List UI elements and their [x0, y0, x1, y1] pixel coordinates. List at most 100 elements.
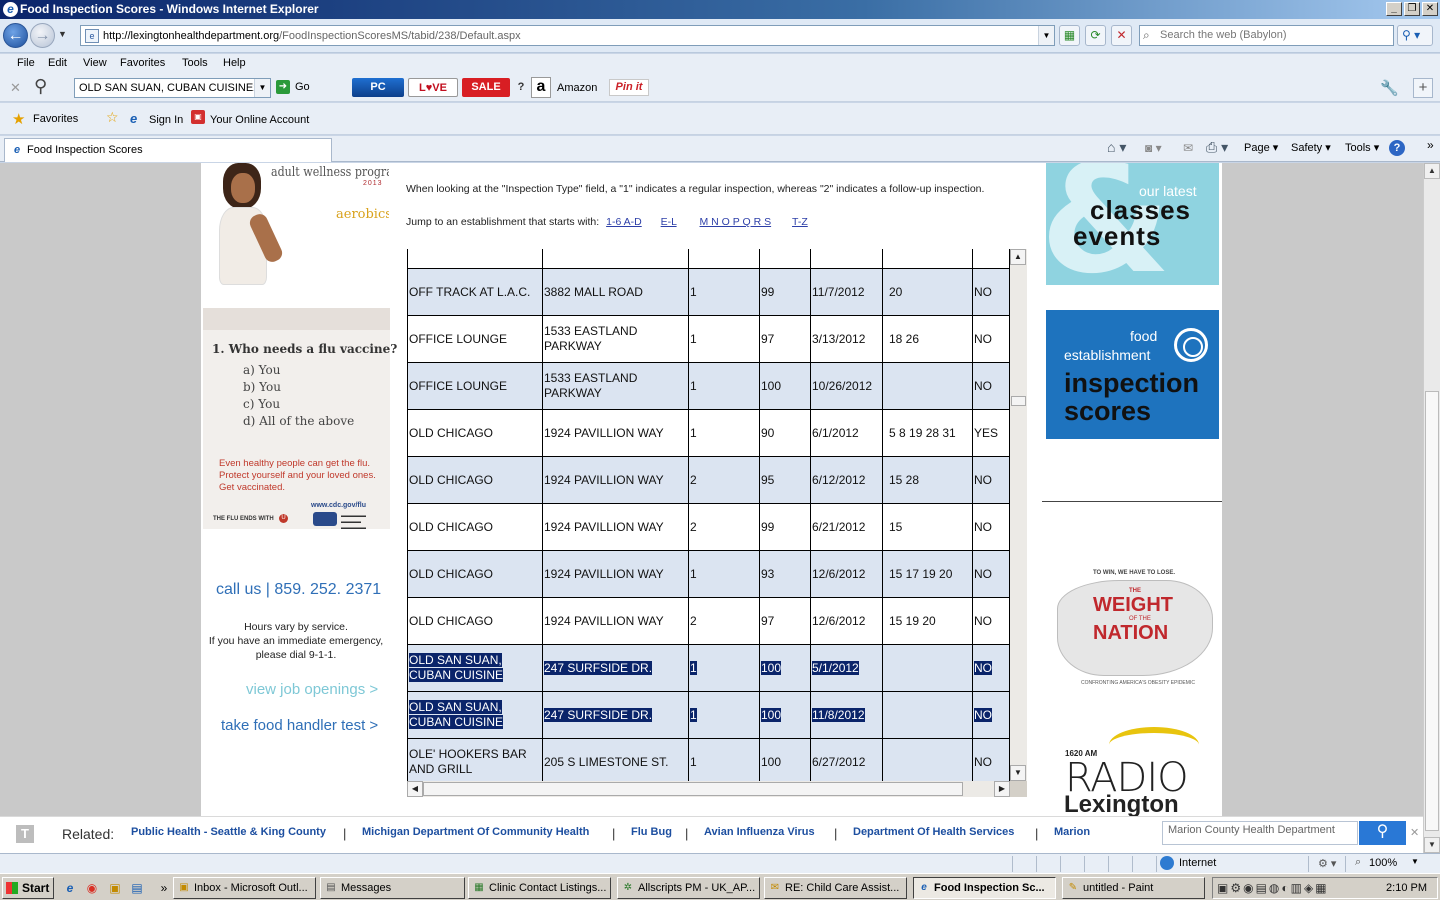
toolbar-search-dropdown[interactable]: ▼	[254, 79, 270, 97]
table-row[interactable]: OLD CHICAGO 1924 PAVILLION WAY 2 95 6/12/201…	[407, 456, 1010, 504]
jump-link-t-z[interactable]: T-Z	[792, 216, 808, 228]
protected-mode-icon[interactable]: ⚙ ▾	[1318, 857, 1336, 870]
address-dropdown[interactable]: ▼	[1038, 26, 1054, 45]
amazon-link[interactable]: Amazon	[557, 82, 597, 94]
amazon-icon[interactable]: a	[531, 77, 551, 98]
table-row[interactable]: OFFICE LOUNGE 1533 EASTLAND PARKWAY 1 100 10…	[407, 362, 1010, 410]
online-account-link[interactable]: Your Online Account	[210, 114, 309, 126]
scroll-thumb[interactable]	[1011, 396, 1026, 406]
jump-link-m-s[interactable]: M N O P Q R S	[700, 216, 772, 228]
feeds-icon[interactable]: ◙ ▾	[1145, 141, 1162, 155]
scroll-up-icon[interactable]: ▲	[1424, 163, 1440, 179]
sale-button[interactable]: SALE	[462, 78, 510, 97]
add-toolbar-icon[interactable]: +	[1413, 78, 1433, 98]
menu-tools[interactable]: Tools	[182, 57, 208, 69]
jump-link-1-6-a-d[interactable]: 1-6 A-D	[606, 216, 642, 228]
desktop-quicklaunch-icon[interactable]: ▤	[129, 880, 145, 896]
safety-menu[interactable]: Safety ▾	[1291, 141, 1331, 154]
related-link[interactable]: Avian Influenza Virus	[704, 826, 815, 838]
home-icon[interactable]: ⌂ ▾	[1107, 139, 1126, 156]
close-button[interactable]: ✕	[1422, 2, 1438, 16]
table-row[interactable]: OLD CHICAGO 1924 PAVILLION WAY 2 99 6/21/201…	[407, 503, 1010, 551]
grid-horizontal-scrollbar[interactable]: ◀ ▶	[407, 781, 1010, 797]
menu-edit[interactable]: Edit	[48, 57, 67, 69]
help-icon[interactable]: ?	[516, 78, 526, 97]
web-search-input[interactable]: ⌕ Search the web (Babylon)	[1139, 25, 1394, 46]
back-button[interactable]: ←	[3, 23, 28, 48]
help-menu-icon[interactable]: ?	[1389, 140, 1405, 156]
zoom-level[interactable]: 100%	[1369, 857, 1397, 869]
table-row[interactable]: OLE' HOOKERS BAR AND GRILL 205 S LIMESTON…	[407, 738, 1010, 781]
related-link[interactable]: Marion	[1054, 826, 1090, 838]
tab-food-inspection-scores[interactable]: e Food Inspection Scores	[4, 138, 332, 162]
menu-help[interactable]: Help	[223, 57, 246, 69]
related-link[interactable]: Department Of Health Services	[853, 826, 1014, 838]
radio-lexington-ad[interactable]: 1620 AM RADIO Lexington	[1061, 723, 1221, 816]
page-vertical-scrollbar[interactable]: ▲ ▼	[1423, 163, 1440, 853]
mail-icon[interactable]: ✉	[1183, 141, 1193, 155]
close-toolbar-icon[interactable]: ✕	[10, 80, 21, 96]
task-paint[interactable]: ✎ untitled - Paint	[1062, 877, 1205, 899]
classes-events-ad[interactable]: & our latest classes events	[1046, 163, 1219, 285]
inspection-scores-ad[interactable]: food establishment inspection scores	[1046, 310, 1219, 439]
print-icon[interactable]: ⎙ ▾	[1206, 139, 1228, 156]
flu-vaccine-ad[interactable]: 1. Who needs a flu vaccine? a) You b) Yo…	[203, 308, 397, 531]
related-close-icon[interactable]: ✕	[1410, 826, 1419, 839]
food-handler-test-link[interactable]: take food handler test >	[221, 717, 378, 734]
menu-file[interactable]: File	[17, 57, 35, 69]
related-link[interactable]: Michigan Department Of Community Health	[362, 826, 589, 838]
related-search-button[interactable]: ⚲	[1359, 821, 1406, 845]
go-arrow-icon[interactable]: ➜	[276, 80, 290, 94]
table-row[interactable]: OFF TRACK AT L.A.C. 3882 MALL ROAD 1 99 11/7…	[407, 268, 1010, 316]
table-row[interactable]: OLD CHICAGO 1924 PAVILLION WAY 2 97 12/6/201…	[407, 597, 1010, 645]
job-openings-link[interactable]: view job openings >	[246, 681, 378, 698]
magnifier-icon[interactable]: ⚲	[34, 76, 47, 97]
scroll-right-icon[interactable]: ▶	[994, 781, 1010, 797]
related-link[interactable]: Flu Bug	[631, 826, 672, 838]
table-row[interactable]: OLD SAN SUAN, CUBAN CUISINE 247 SURFSIDE …	[407, 644, 1010, 692]
forward-button[interactable]: →	[30, 23, 55, 48]
table-row[interactable]: OLD CHICAGO 1924 PAVILLION WAY 1 93 12/6/201…	[407, 550, 1010, 598]
favorites-button[interactable]: Favorites	[33, 113, 78, 125]
address-bar[interactable]: e http://lexingtonhealthdepartment.org/F…	[80, 25, 1055, 46]
table-row[interactable]	[407, 249, 1010, 269]
aerobics-ad[interactable]: adult wellness program 2013 aerobics	[203, 163, 389, 287]
page-scroll-thumb[interactable]	[1425, 391, 1439, 831]
related-link[interactable]: Public Health - Seattle & King County	[131, 826, 326, 838]
scroll-down-icon[interactable]: ▼	[1424, 837, 1440, 853]
task-food-inspection[interactable]: e Food Inspection Sc...	[913, 877, 1056, 899]
outlook-quicklaunch-icon[interactable]: ▣	[107, 880, 123, 896]
chrome-quicklaunch-icon[interactable]: ◉	[84, 880, 100, 896]
minimize-button[interactable]: _	[1386, 2, 1402, 16]
grid-scroll-area[interactable]: OFF TRACK AT L.A.C. 3882 MALL ROAD 1 99 11/7…	[407, 249, 1010, 781]
sign-in-link[interactable]: Sign In	[149, 114, 183, 126]
table-row[interactable]: OLD SAN SUAN, CUBAN CUISINE 247 SURFSIDE …	[407, 691, 1010, 739]
jump-link-e-l[interactable]: E-L	[661, 216, 677, 228]
refresh-icon[interactable]: ⟳	[1085, 25, 1106, 46]
scroll-thumb[interactable]	[423, 782, 963, 796]
task-child-care[interactable]: ✉ RE: Child Care Assist...	[764, 877, 907, 899]
zoom-dropdown[interactable]: ▼	[1411, 857, 1419, 866]
table-row[interactable]: OFFICE LOUNGE 1533 EASTLAND PARKWAY 1 97 3/1…	[407, 315, 1010, 363]
stop-icon[interactable]: ✕	[1111, 25, 1132, 46]
menu-favorites[interactable]: Favorites	[120, 57, 165, 69]
maximize-button[interactable]: ❐	[1404, 2, 1420, 16]
web-search-button[interactable]: ⚲ ▾	[1397, 25, 1433, 46]
start-button[interactable]: Start	[2, 877, 54, 899]
ie-quicklaunch-icon[interactable]: e	[62, 880, 78, 896]
compatibility-view-icon[interactable]: ▦	[1059, 25, 1080, 46]
toolbar-search-input[interactable]: OLD SAN SUAN, CUBAN CUISINE24 ▼	[74, 78, 271, 98]
page-menu[interactable]: Page ▾	[1244, 141, 1278, 154]
quicklaunch-more-icon[interactable]: »	[156, 880, 172, 896]
task-messages[interactable]: ▤ Messages	[320, 877, 465, 899]
tray-icons[interactable]: ▣⚙◉▤◍◐▥◈▦	[1217, 881, 1329, 895]
menu-view[interactable]: View	[83, 57, 107, 69]
scroll-left-icon[interactable]: ◀	[407, 781, 423, 797]
pinit-button[interactable]: Pin it	[609, 79, 649, 96]
add-favorite-icon[interactable]: ☆	[106, 109, 119, 126]
wrench-icon[interactable]: 🔧	[1380, 79, 1399, 97]
task-inbox[interactable]: ▣ Inbox - Microsoft Outl...	[173, 877, 316, 899]
tools-menu[interactable]: Tools ▾	[1345, 141, 1379, 154]
love-button[interactable]: L♥VE	[408, 78, 458, 97]
scroll-up-icon[interactable]: ▲	[1010, 249, 1026, 265]
